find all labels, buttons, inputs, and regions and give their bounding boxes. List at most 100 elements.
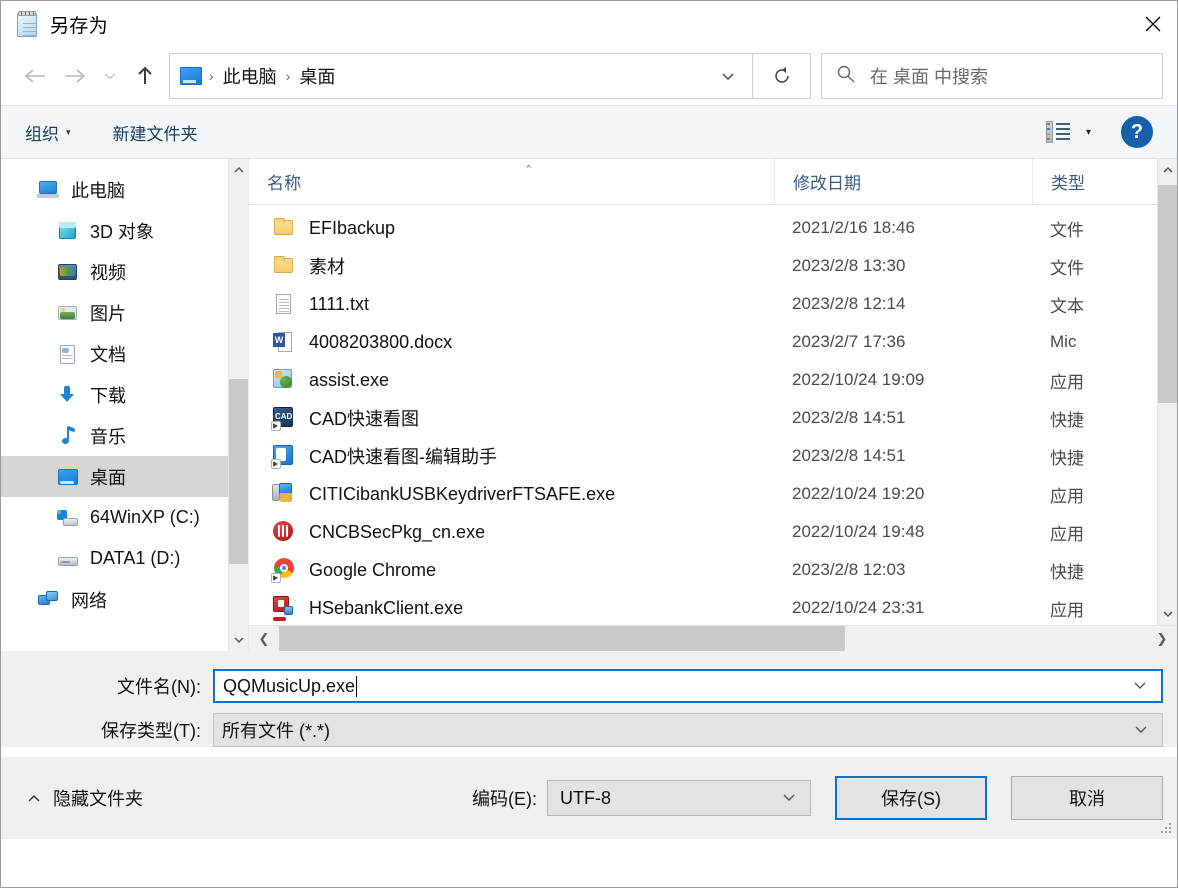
desktop-icon bbox=[180, 67, 202, 85]
sidebar-item-3[interactable]: 图片 bbox=[1, 292, 248, 333]
column-headers: 名称 修改日期 类型 ⌃ bbox=[249, 159, 1177, 205]
dialog-footer: 隐藏文件夹 编码(E): UTF-8 保存(S) 取消 bbox=[1, 757, 1177, 839]
search-placeholder: 在 桌面 中搜索 bbox=[870, 67, 989, 87]
navigation-pane: 此电脑 3D 对象 视频 图片 文档 下载 音乐 桌面 64WinXP (C:) DATA1 (D… bbox=[1, 159, 249, 651]
file-name-label: assist.exe bbox=[309, 369, 390, 390]
hscroll-track[interactable] bbox=[279, 626, 1147, 651]
hscroll-left-icon[interactable]: ❮ bbox=[249, 631, 279, 647]
sidebar-item-1[interactable]: 3D 对象 bbox=[1, 210, 248, 251]
file-name-cell: 素材 bbox=[249, 253, 774, 279]
table-row[interactable]: EFIbackup 2021/2/16 18:46 文件 bbox=[249, 209, 1177, 247]
table-row[interactable]: CAD快速看图-编辑助手 2023/2/8 14:51 快捷 bbox=[249, 437, 1177, 475]
column-header-date[interactable]: 修改日期 bbox=[774, 159, 1032, 205]
filetype-chevron-down-icon[interactable] bbox=[1134, 723, 1148, 737]
sidebar-item-label: 64WinXP (C:) bbox=[90, 507, 200, 527]
search-box[interactable]: 在 桌面 中搜索 bbox=[821, 53, 1163, 99]
filename-chevron-down-icon[interactable] bbox=[1133, 679, 1147, 693]
organize-button[interactable]: 组织 ▾ bbox=[25, 120, 71, 145]
file-type-cell: 应用 bbox=[1050, 524, 1084, 544]
refresh-icon[interactable] bbox=[753, 53, 811, 99]
file-name-cell: CITICibankUSBKeydriverFTSAFE.exe bbox=[249, 481, 774, 507]
file-scroll-down-icon[interactable] bbox=[1158, 603, 1177, 625]
back-icon[interactable] bbox=[15, 56, 55, 96]
up-icon[interactable] bbox=[125, 56, 165, 96]
file-name-cell: EFIbackup bbox=[249, 215, 774, 241]
encoding-select[interactable]: UTF-8 bbox=[547, 780, 811, 816]
column-header-type[interactable]: 类型 bbox=[1032, 159, 1122, 205]
close-icon[interactable] bbox=[1129, 1, 1177, 47]
view-chevron-down-icon[interactable]: ▾ bbox=[1086, 127, 1091, 138]
sidebar-item-0[interactable]: 此电脑 bbox=[1, 169, 248, 210]
breadcrumb-item-desktop[interactable]: 桌面 bbox=[297, 63, 337, 89]
sidebar-scrollbar[interactable] bbox=[228, 159, 248, 651]
sidebar-item-6[interactable]: 音乐 bbox=[1, 415, 248, 456]
table-row[interactable]: 1111.txt 2023/2/8 12:14 文本 bbox=[249, 285, 1177, 323]
sidebar-item-9[interactable]: DATA1 (D:) bbox=[1, 538, 248, 579]
sidebar-item-4[interactable]: 文档 bbox=[1, 333, 248, 374]
folder-icon bbox=[271, 215, 297, 241]
file-type-cell: 快捷 bbox=[1050, 562, 1084, 582]
hide-folders-button[interactable]: 隐藏文件夹 bbox=[27, 785, 143, 811]
breadcrumb-item-computer[interactable]: 此电脑 bbox=[221, 63, 279, 89]
sidebar-item-7[interactable]: 桌面 bbox=[1, 456, 248, 497]
sidebar-item-5[interactable]: 下载 bbox=[1, 374, 248, 415]
resize-grip[interactable] bbox=[1161, 823, 1173, 835]
history-chevron-down-icon[interactable] bbox=[95, 56, 125, 96]
file-name-cell: CAD CAD快速看图 bbox=[249, 405, 774, 431]
pictures-icon bbox=[56, 302, 80, 324]
chrome-icon bbox=[271, 557, 297, 583]
filename-label: 文件名(N): bbox=[117, 677, 201, 697]
cad-editor-shortcut-icon bbox=[271, 443, 297, 469]
file-date-cell: 2022/10/24 19:20 bbox=[792, 484, 925, 503]
address-bar[interactable]: › 此电脑 › 桌面 bbox=[169, 53, 753, 99]
file-name-cell: HSebankClient.exe bbox=[249, 595, 774, 621]
new-folder-button[interactable]: 新建文件夹 bbox=[113, 120, 198, 145]
file-list-scrollbar[interactable] bbox=[1157, 159, 1177, 625]
table-row[interactable]: HSebankClient.exe 2022/10/24 23:31 应用 bbox=[249, 589, 1177, 627]
sidebar-item-2[interactable]: 视频 bbox=[1, 251, 248, 292]
file-scroll-thumb[interactable] bbox=[1158, 185, 1177, 403]
scroll-down-icon[interactable] bbox=[229, 629, 248, 651]
filename-input[interactable]: QQMusicUp.exe bbox=[213, 669, 1163, 703]
table-row[interactable]: Google Chrome 2023/2/8 12:03 快捷 bbox=[249, 551, 1177, 589]
file-name-label: 1111.txt bbox=[309, 293, 370, 314]
breadcrumb-separator-2: › bbox=[285, 68, 291, 84]
file-date-cell: 2023/2/8 12:03 bbox=[792, 560, 906, 579]
help-button[interactable]: ? bbox=[1121, 116, 1153, 148]
sidebar-item-8[interactable]: 64WinXP (C:) bbox=[1, 497, 248, 538]
file-date-cell: 2023/2/7 17:36 bbox=[792, 332, 906, 351]
table-row[interactable]: 素材 2023/2/8 13:30 文件 bbox=[249, 247, 1177, 285]
horizontal-scrollbar[interactable]: ❮ ❯ bbox=[249, 625, 1177, 651]
title-bar: 另存为 bbox=[1, 1, 1177, 47]
forward-icon[interactable] bbox=[55, 56, 95, 96]
file-name-label: CNCBSecPkg_cn.exe bbox=[309, 521, 486, 542]
assist-exe-icon bbox=[271, 367, 297, 393]
hscroll-thumb[interactable] bbox=[279, 626, 845, 651]
table-row[interactable]: CNCBSecPkg_cn.exe 2022/10/24 19:48 应用 bbox=[249, 513, 1177, 551]
save-button[interactable]: 保存(S) bbox=[835, 776, 987, 820]
file-type-cell: Mic bbox=[1050, 332, 1077, 351]
table-row[interactable]: CITICibankUSBKeydriverFTSAFE.exe 2022/10/… bbox=[249, 475, 1177, 513]
encoding-chevron-down-icon[interactable] bbox=[782, 791, 796, 805]
folder-tree: 此电脑 3D 对象 视频 图片 文档 下载 音乐 桌面 64WinXP (C:) DATA1 (D… bbox=[1, 159, 248, 620]
toolbar: 组织 ▾ 新建文件夹 ▾ ? bbox=[1, 105, 1177, 159]
filename-value: QQMusicUp.exe bbox=[223, 675, 356, 696]
sidebar-item-10[interactable]: 网络 bbox=[1, 579, 248, 620]
table-row[interactable]: W 4008203800.docx 2023/2/7 17:36 Mic bbox=[249, 323, 1177, 361]
hscroll-right-icon[interactable]: ❯ bbox=[1147, 631, 1177, 647]
notepad-icon bbox=[15, 10, 41, 38]
file-name-cell: W 4008203800.docx bbox=[249, 329, 774, 355]
view-options-icon[interactable] bbox=[1045, 121, 1070, 143]
filetype-select[interactable]: 所有文件 (*.*) bbox=[213, 713, 1163, 747]
sidebar-scroll-thumb[interactable] bbox=[229, 379, 248, 564]
file-scroll-up-icon[interactable] bbox=[1158, 159, 1177, 181]
cancel-button[interactable]: 取消 bbox=[1011, 776, 1163, 820]
desktop-icon bbox=[56, 466, 80, 488]
column-header-name[interactable]: 名称 bbox=[249, 159, 774, 205]
file-date-cell: 2023/2/8 12:14 bbox=[792, 294, 906, 313]
table-row[interactable]: assist.exe 2022/10/24 19:09 应用 bbox=[249, 361, 1177, 399]
scroll-up-icon[interactable] bbox=[229, 159, 248, 181]
table-row[interactable]: CAD CAD快速看图 2023/2/8 14:51 快捷 bbox=[249, 399, 1177, 437]
new-folder-label: 新建文件夹 bbox=[112, 124, 198, 144]
address-chevron-down-icon[interactable] bbox=[710, 69, 746, 84]
